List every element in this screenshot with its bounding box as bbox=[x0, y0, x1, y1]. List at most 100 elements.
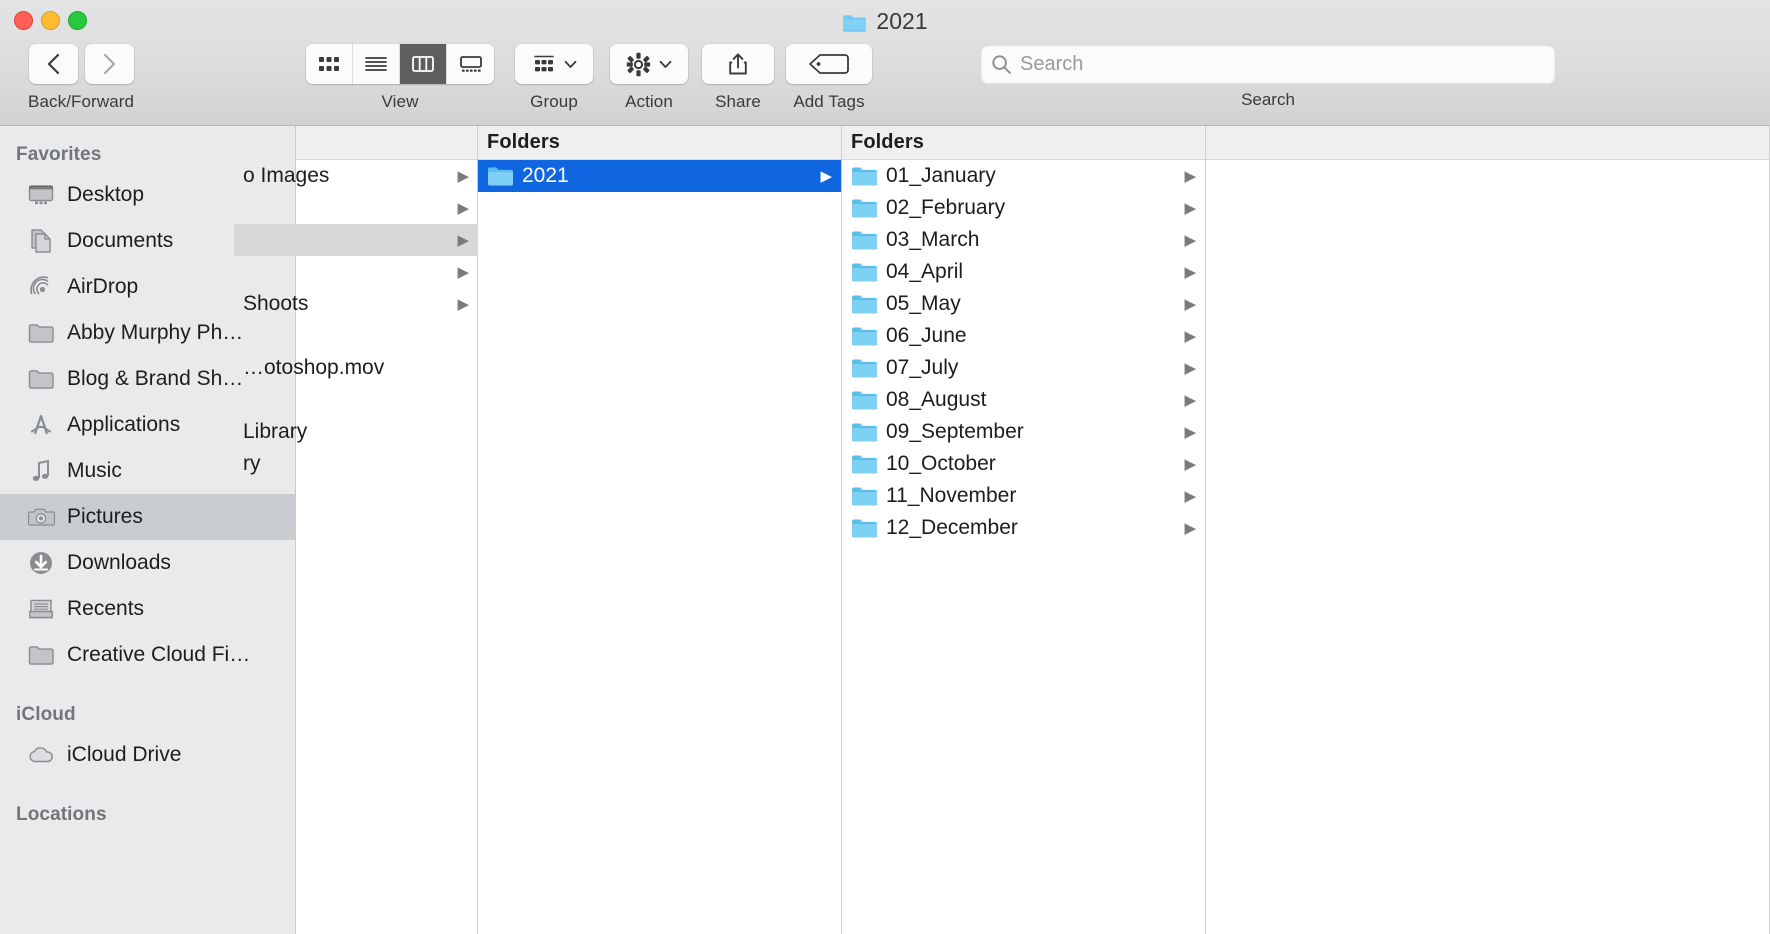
back-button[interactable] bbox=[28, 44, 78, 84]
list-item[interactable]: ry bbox=[234, 448, 478, 480]
column-view-button[interactable] bbox=[400, 44, 447, 84]
applications-icon bbox=[27, 411, 55, 439]
add-tags-button[interactable] bbox=[786, 44, 872, 84]
item-label: 03_March bbox=[886, 228, 980, 251]
item-label: 04_April bbox=[886, 260, 964, 283]
list-item[interactable]: 11_November ▶ bbox=[842, 480, 1205, 512]
music-icon bbox=[27, 457, 55, 485]
list-item[interactable]: 08_August ▶ bbox=[842, 384, 1205, 416]
view-label: View bbox=[381, 92, 419, 111]
finder-window: 2021 Back/Forward View Group Action Shar… bbox=[0, 0, 1770, 934]
list-item[interactable]: 01_January ▶ bbox=[842, 160, 1205, 192]
disclosure-arrow-icon[interactable]: ▶ bbox=[1184, 297, 1196, 312]
item-label: 05_May bbox=[886, 292, 961, 315]
sidebar-item-label: Creative Cloud Fi… bbox=[67, 643, 251, 666]
disclosure-arrow-icon[interactable]: ▶ bbox=[1184, 489, 1196, 504]
disclosure-arrow-icon[interactable]: ▶ bbox=[1184, 457, 1196, 472]
action-group: Action bbox=[610, 44, 688, 112]
list-item[interactable]: 04_April ▶ bbox=[842, 256, 1205, 288]
icon-view-button[interactable] bbox=[306, 44, 353, 84]
group-icon bbox=[533, 55, 554, 72]
disclosure-arrow-icon[interactable]: ▶ bbox=[1184, 361, 1196, 376]
group-group: Group bbox=[515, 44, 593, 112]
column-header bbox=[1206, 126, 1769, 160]
sidebar-item-label: Desktop bbox=[67, 183, 145, 206]
list-item[interactable]: o Images ▶ bbox=[234, 160, 478, 192]
folder-icon bbox=[27, 365, 55, 393]
sidebar-item-label: Downloads bbox=[67, 551, 171, 574]
column-header: Folders bbox=[842, 126, 1205, 160]
list-item[interactable]: ▶ bbox=[234, 256, 478, 288]
folder-icon bbox=[27, 319, 55, 347]
disclosure-arrow-icon[interactable]: ▶ bbox=[1184, 201, 1196, 216]
disclosure-arrow-icon[interactable]: ▶ bbox=[1184, 233, 1196, 248]
pictures-icon bbox=[27, 503, 55, 531]
column-2: Folders 2021 ▶ bbox=[478, 126, 842, 934]
group-button[interactable] bbox=[515, 44, 593, 84]
disclosure-arrow-icon[interactable]: ▶ bbox=[457, 201, 469, 216]
folder-icon bbox=[851, 486, 878, 507]
share-group: Share bbox=[702, 44, 774, 112]
search-placeholder: Search bbox=[1020, 52, 1084, 75]
folder-icon bbox=[851, 454, 878, 475]
forward-button[interactable] bbox=[84, 44, 134, 84]
list-item[interactable]: Shoots ▶ bbox=[234, 288, 478, 320]
search-group: Search Search bbox=[981, 45, 1555, 110]
list-item[interactable]: 12_December ▶ bbox=[842, 512, 1205, 544]
gallery-view-button[interactable] bbox=[447, 44, 494, 84]
desktop-icon bbox=[27, 181, 55, 209]
disclosure-arrow-icon[interactable]: ▶ bbox=[1184, 329, 1196, 344]
list-item[interactable]: 09_September ▶ bbox=[842, 416, 1205, 448]
disclosure-arrow-icon[interactable]: ▶ bbox=[820, 169, 832, 184]
add-tags-label: Add Tags bbox=[793, 92, 865, 111]
list-item[interactable] bbox=[234, 320, 478, 352]
list-item[interactable]: 02_February ▶ bbox=[842, 192, 1205, 224]
column-4-preview bbox=[1206, 126, 1770, 934]
list-item[interactable]: 06_June ▶ bbox=[842, 320, 1205, 352]
share-button[interactable] bbox=[702, 44, 774, 84]
list-item[interactable]: 07_July ▶ bbox=[842, 352, 1205, 384]
window-title-bar: 2021 bbox=[0, 6, 1770, 36]
item-label: 02_February bbox=[886, 196, 1006, 219]
list-item[interactable]: 2021 ▶ bbox=[478, 160, 841, 192]
disclosure-arrow-icon[interactable]: ▶ bbox=[1184, 169, 1196, 184]
list-icon bbox=[365, 57, 387, 71]
folder-icon bbox=[851, 422, 878, 443]
action-button[interactable] bbox=[610, 44, 688, 84]
group-label: Group bbox=[530, 92, 578, 111]
folder-icon bbox=[851, 198, 878, 219]
disclosure-arrow-icon[interactable]: ▶ bbox=[1184, 521, 1196, 536]
disclosure-arrow-icon[interactable]: ▶ bbox=[457, 233, 469, 248]
toolbar: 2021 Back/Forward View Group Action Shar… bbox=[0, 0, 1770, 126]
list-view-button[interactable] bbox=[353, 44, 400, 84]
list-item[interactable]: ▶ bbox=[234, 224, 478, 256]
column-header bbox=[296, 126, 477, 160]
item-label: Shoots bbox=[243, 292, 309, 315]
sidebar-item-label: Applications bbox=[67, 413, 181, 436]
list-item[interactable]: 10_October ▶ bbox=[842, 448, 1205, 480]
list-item[interactable]: 03_March ▶ bbox=[842, 224, 1205, 256]
disclosure-arrow-icon[interactable]: ▶ bbox=[457, 265, 469, 280]
column-body: o Images ▶ ▶ ▶ ▶ Shoots ▶ …otoshop.mov L… bbox=[234, 160, 478, 934]
folder-icon bbox=[851, 390, 878, 411]
search-input[interactable]: Search bbox=[981, 45, 1555, 83]
view-segmented-control[interactable] bbox=[306, 44, 494, 84]
list-item[interactable]: …otoshop.mov bbox=[234, 352, 478, 384]
list-item[interactable]: ▶ bbox=[234, 192, 478, 224]
item-label: 10_October bbox=[886, 452, 996, 475]
disclosure-arrow-icon[interactable]: ▶ bbox=[1184, 425, 1196, 440]
list-item[interactable]: 05_May ▶ bbox=[842, 288, 1205, 320]
gallery-icon bbox=[459, 56, 482, 72]
disclosure-arrow-icon[interactable]: ▶ bbox=[457, 169, 469, 184]
airdrop-icon bbox=[27, 273, 55, 301]
disclosure-arrow-icon[interactable]: ▶ bbox=[457, 297, 469, 312]
list-item[interactable]: Library bbox=[234, 416, 478, 448]
folder-icon bbox=[851, 358, 878, 379]
folder-icon bbox=[851, 326, 878, 347]
sidebar-item-label: iCloud Drive bbox=[67, 743, 182, 766]
columns-icon bbox=[412, 56, 434, 72]
disclosure-arrow-icon[interactable]: ▶ bbox=[1184, 393, 1196, 408]
disclosure-arrow-icon[interactable]: ▶ bbox=[1184, 265, 1196, 280]
column-3: Folders 01_January ▶ 02_February ▶ 03_March ▶… bbox=[842, 126, 1206, 934]
list-item[interactable] bbox=[234, 384, 478, 416]
